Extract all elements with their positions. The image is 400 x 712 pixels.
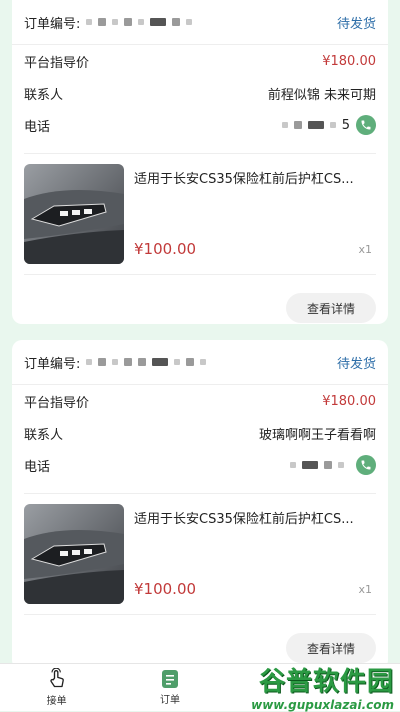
contact-row: 联系人 玻璃啊啊王子看看啊: [12, 417, 388, 449]
phone-call-icon[interactable]: [356, 115, 376, 135]
phone-label: 电话: [24, 459, 51, 475]
tap-hand-icon: [50, 668, 64, 688]
guide-price-label: 平台指导价: [24, 395, 90, 411]
tab-orders[interactable]: 订单: [160, 669, 180, 706]
tab-accept-orders[interactable]: 接单: [47, 668, 67, 707]
product-name: 适用于长安CS35保险杠前后护杠CS...: [134, 512, 354, 527]
phone-row: 电话 5: [12, 109, 388, 141]
guide-price-row: 平台指导价 ¥180.00: [12, 45, 388, 77]
phone-label: 电话: [24, 119, 51, 135]
view-details-button[interactable]: 查看详情: [286, 293, 376, 323]
product-price: ¥100.00: [134, 580, 197, 598]
phone-number-masked: [290, 461, 344, 469]
guide-price-value: ¥180.00: [322, 53, 376, 69]
guide-price-row: 平台指导价 ¥180.00: [12, 385, 388, 417]
order-card: 订单编号: 待发货 平台指导价 ¥180.00 联系人 前程似锦 未来可期 电话…: [12, 0, 388, 324]
guide-price-value: ¥180.00: [322, 393, 376, 409]
phone-suffix: 5: [341, 117, 350, 133]
tab-accept-orders-label: 接单: [46, 696, 67, 707]
order-number-row: 订单编号: 待发货: [12, 0, 388, 45]
order-number-row: 订单编号: 待发货: [12, 340, 388, 385]
contact-name: 玻璃啊啊王子看看啊: [258, 427, 376, 443]
contact-row: 联系人 前程似锦 未来可期: [12, 77, 388, 109]
order-number-masked: [86, 358, 207, 366]
product-quantity: x1: [358, 583, 372, 596]
phone-number-masked: [281, 121, 336, 129]
contact-label: 联系人: [24, 427, 64, 443]
order-number-label: 订单编号:: [24, 356, 81, 372]
order-feed[interactable]: 订单编号: 待发货 平台指导价 ¥180.00 联系人 前程似锦 未来可期 电话…: [0, 0, 400, 664]
product-item[interactable]: 适用于长安CS35保险杠前后护杠CS... ¥100.00 x1: [24, 153, 376, 275]
phone-row: 电话: [12, 449, 388, 481]
product-item[interactable]: 适用于长安CS35保险杠前后护杠CS... ¥100.00 x1: [24, 493, 376, 615]
view-details-button[interactable]: 查看详情: [286, 633, 376, 663]
product-quantity: x1: [358, 243, 372, 256]
order-status: 待发货: [336, 356, 376, 372]
product-image: [24, 164, 124, 264]
order-number-masked: [86, 18, 193, 26]
order-status: 待发货: [336, 16, 376, 32]
bottom-tab-bar: 接单 订单: [0, 663, 400, 711]
tab-orders-label: 订单: [159, 695, 180, 706]
order-list-icon: [161, 670, 178, 688]
order-card: 订单编号: 待发货 平台指导价 ¥180.00 联系人 玻璃啊啊王子看看啊 电话: [12, 340, 388, 664]
contact-label: 联系人: [24, 87, 64, 103]
product-name: 适用于长安CS35保险杠前后护杠CS...: [134, 172, 354, 187]
phone-call-icon[interactable]: [356, 455, 376, 475]
product-price: ¥100.00: [134, 240, 197, 258]
contact-name: 前程似锦 未来可期: [267, 87, 376, 103]
guide-price-label: 平台指导价: [24, 55, 90, 71]
order-number-label: 订单编号:: [24, 16, 81, 32]
product-image: [24, 504, 124, 604]
